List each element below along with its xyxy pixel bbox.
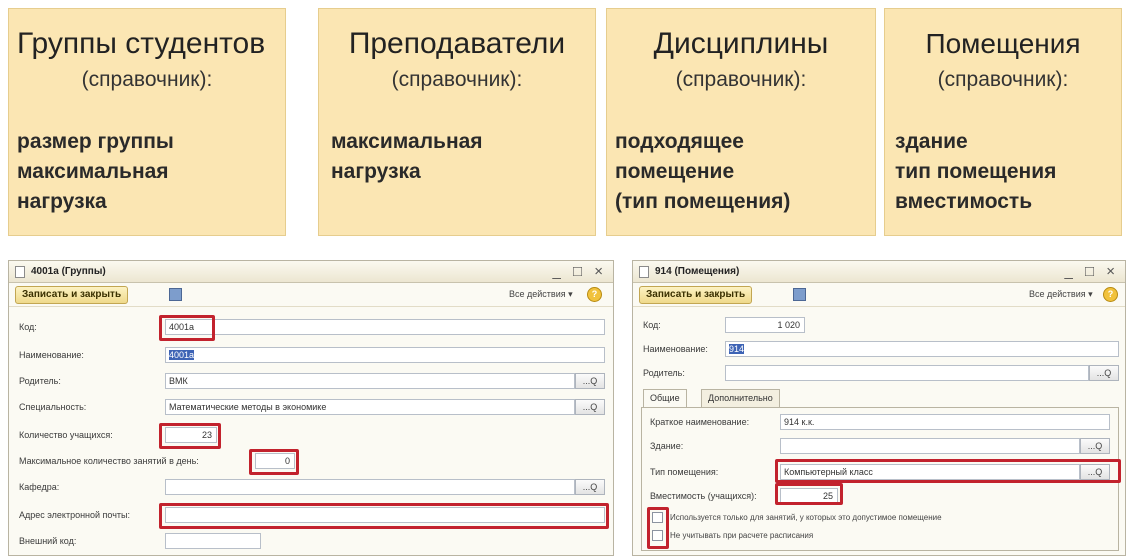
department-pick-icon[interactable]: ...Q: [575, 479, 605, 495]
groups-titlebar[interactable]: 4001а (Группы) _ □ ×: [9, 261, 613, 283]
name-label: Наименование:: [643, 344, 708, 354]
card-lines: размер группы максимальная нагрузка: [17, 127, 174, 217]
ignore-schedule-label: Не учитывать при расчете расписания: [670, 531, 814, 540]
highlight-checkboxes: [647, 507, 669, 549]
save-disk-icon[interactable]: [169, 288, 182, 301]
card-lines: максимальная нагрузка: [331, 127, 483, 187]
card-line: здание: [895, 130, 968, 153]
name-field[interactable]: 914: [725, 341, 1119, 357]
tab-general[interactable]: Общие: [643, 389, 687, 407]
name-label: Наименование:: [19, 350, 84, 360]
groups-window: 4001а (Группы) _ □ × Записать и закрыть …: [8, 260, 614, 556]
save-disk-icon[interactable]: [793, 288, 806, 301]
highlight-max-lessons: [249, 449, 299, 475]
card-teachers: Преподаватели (справочник): максимальная…: [318, 8, 596, 236]
parent-field[interactable]: ВМК: [165, 373, 575, 389]
code-field[interactable]: 4001а: [165, 319, 605, 335]
short-name-label: Краткое наименование:: [650, 417, 750, 427]
parent-label: Родитель:: [19, 376, 61, 386]
card-line: вместимость: [895, 190, 1033, 213]
tab-additional[interactable]: Дополнительно: [701, 389, 780, 407]
name-value: 4001а: [169, 350, 195, 360]
card-subtitle: (справочник):: [675, 68, 807, 91]
building-field[interactable]: [780, 438, 1080, 454]
students-label: Количество учащихся:: [19, 430, 113, 440]
card-line: (тип помещения): [615, 190, 791, 213]
highlight-capacity: [775, 483, 843, 505]
parent-label: Родитель:: [643, 368, 685, 378]
only-allowed-label: Используется только для занятий, у котор…: [670, 513, 942, 522]
department-label: Кафедра:: [19, 482, 60, 492]
save-close-button[interactable]: Записать и закрыть: [639, 286, 753, 304]
department-field[interactable]: [165, 479, 575, 495]
card-lines: здание тип помещения вместимость: [895, 127, 1056, 217]
groups-toolbar: Записать и закрыть Все действия ▾ ?: [9, 283, 613, 307]
help-icon[interactable]: ?: [587, 287, 602, 302]
card-disciplines: Дисциплины (справочник): подходящее поме…: [606, 8, 876, 236]
card-subtitle: (справочник):: [937, 68, 1069, 91]
highlight-room-type: [775, 459, 1121, 483]
building-label: Здание:: [650, 441, 684, 451]
short-name-value: 914 к.к.: [784, 417, 815, 427]
card-line: подходящее: [615, 130, 744, 153]
external-code-label: Внешний код:: [19, 536, 77, 546]
max-lessons-label: Максимальное количество занятий в день:: [19, 456, 199, 466]
card-title: Дисциплины: [653, 27, 829, 60]
rooms-window: 914 (Помещения) _ □ × Записать и закрыть…: [632, 260, 1126, 556]
card-title: Преподаватели: [348, 27, 566, 60]
window-controls[interactable]: _ □ ×: [1065, 263, 1120, 280]
building-pick-icon[interactable]: ...Q: [1080, 438, 1110, 454]
email-label: Адрес электронной почты:: [19, 510, 131, 520]
card-student-groups: Группы студентов (справочник): размер гр…: [8, 8, 286, 236]
code-label: Код:: [19, 322, 37, 332]
save-close-button[interactable]: Записать и закрыть: [15, 286, 129, 304]
card-line: нагрузка: [331, 160, 421, 183]
window-controls[interactable]: _ □ ×: [553, 263, 608, 280]
document-icon: [15, 265, 25, 278]
card-line: максимальная: [17, 160, 169, 183]
specialty-pick-icon[interactable]: ...Q: [575, 399, 605, 415]
code-value: 1 020: [777, 320, 800, 330]
card-subtitle: (справочник):: [81, 68, 213, 91]
specialty-value: Математические методы в экономике: [169, 402, 327, 412]
card-lines: подходящее помещение (тип помещения): [615, 127, 790, 217]
specialty-label: Специальность:: [19, 402, 87, 412]
all-actions-menu[interactable]: Все действия ▾: [509, 289, 573, 300]
card-rooms: Помещения (справочник): здание тип помещ…: [884, 8, 1122, 236]
specialty-field[interactable]: Математические методы в экономике: [165, 399, 575, 415]
window-title: 914 (Помещения): [655, 266, 740, 277]
highlight-email: [159, 503, 609, 529]
parent-pick-icon[interactable]: ...Q: [575, 373, 605, 389]
window-title: 4001а (Группы): [31, 266, 106, 277]
card-line: размер группы: [17, 130, 174, 153]
parent-value: ВМК: [169, 376, 188, 386]
all-actions-menu[interactable]: Все действия ▾: [1029, 289, 1093, 300]
highlight-students: [159, 423, 221, 449]
short-name-field[interactable]: 914 к.к.: [780, 414, 1110, 430]
highlight-code: [159, 315, 215, 341]
room-type-label: Тип помещения:: [650, 467, 719, 477]
name-value: 914: [729, 344, 745, 354]
name-field[interactable]: 4001а: [165, 347, 605, 363]
rooms-tabs: Общие Дополнительно: [643, 389, 843, 407]
help-icon[interactable]: ?: [1103, 287, 1118, 302]
rooms-titlebar[interactable]: 914 (Помещения) _ □ ×: [633, 261, 1125, 283]
card-title: Группы студентов: [17, 27, 266, 60]
capacity-label: Вместимость (учащихся):: [650, 491, 757, 501]
parent-field[interactable]: [725, 365, 1089, 381]
card-line: максимальная: [331, 130, 483, 153]
card-subtitle: (справочник):: [391, 68, 523, 91]
parent-pick-icon[interactable]: ...Q: [1089, 365, 1119, 381]
code-label: Код:: [643, 320, 661, 330]
rooms-toolbar: Записать и закрыть Все действия ▾ ?: [633, 283, 1125, 307]
external-code-field[interactable]: [165, 533, 261, 549]
document-icon: [639, 265, 649, 278]
card-line: помещение: [615, 160, 735, 183]
code-field[interactable]: 1 020: [725, 317, 805, 333]
card-line: тип помещения: [895, 160, 1057, 183]
card-line: нагрузка: [17, 190, 107, 213]
card-title: Помещения: [925, 28, 1081, 59]
